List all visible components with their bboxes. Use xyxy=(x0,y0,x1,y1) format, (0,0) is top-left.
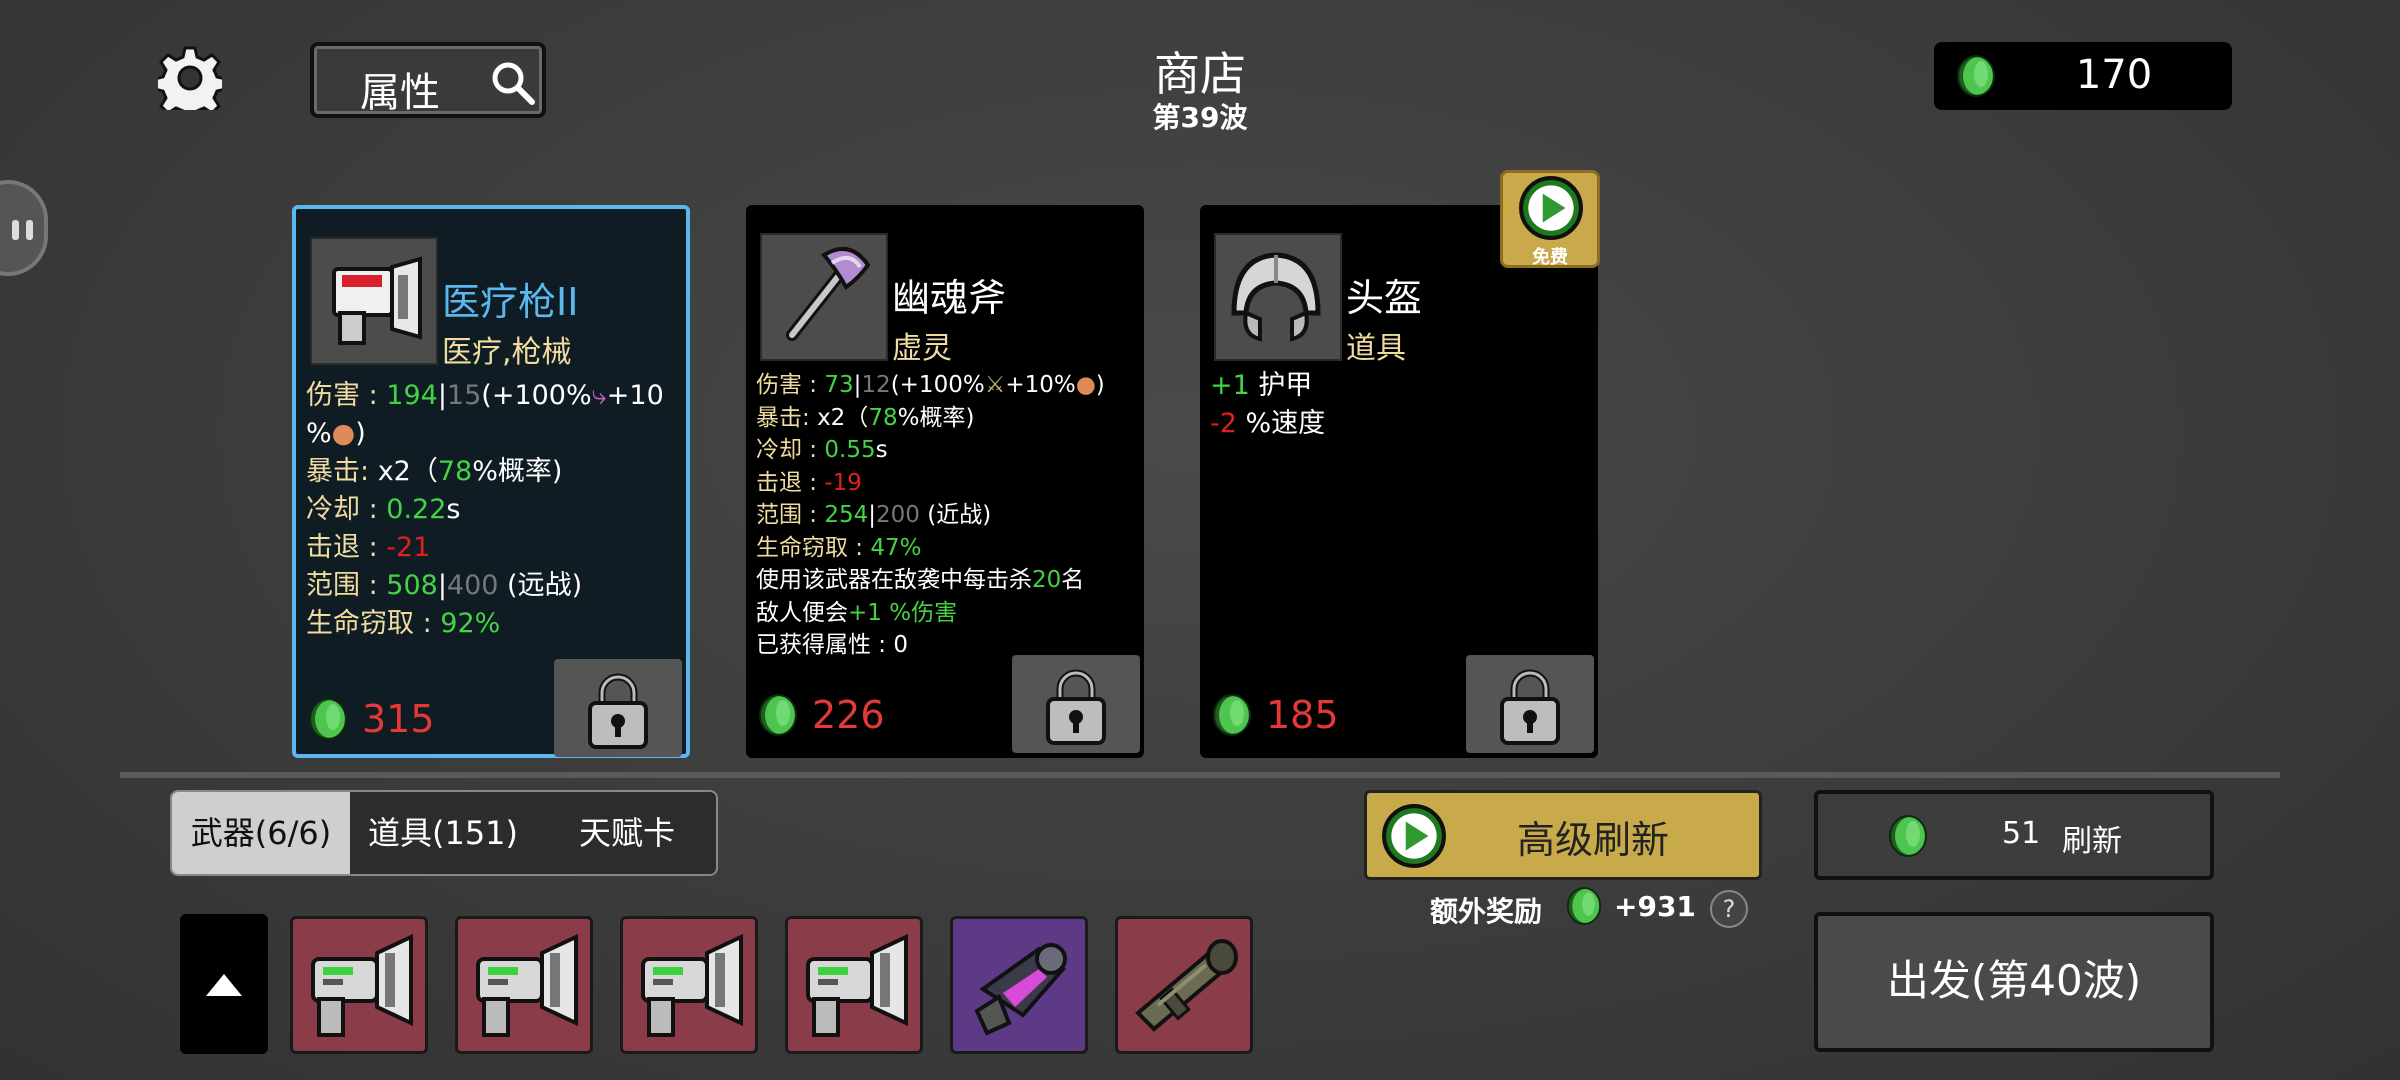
search-icon xyxy=(492,62,535,105)
shop-card-medical-gun[interactable]: 医疗枪II 医疗,枪械 伤害 : 194|15(+100%⤷+10 %●) 暴击… xyxy=(292,205,690,758)
refresh-button[interactable]: 51 刷新 xyxy=(1814,790,2214,880)
purple-blaster-icon xyxy=(974,943,1067,1036)
flame-icon: ● xyxy=(331,418,356,449)
sword-icon: ⚔ xyxy=(984,372,1006,398)
inventory-slot-medical-gun[interactable] xyxy=(620,916,758,1054)
lock-button[interactable] xyxy=(1466,655,1594,753)
item-icon-ghost-axe xyxy=(760,233,888,361)
divider xyxy=(120,772,2280,778)
medical-gun-icon xyxy=(641,935,743,1037)
coin-icon xyxy=(759,694,797,736)
advanced-refresh-label: 高级刷新 xyxy=(1517,818,1670,862)
shop-card-ghost-axe[interactable]: 幽魂斧 虚灵 伤害 : 73|12(+100%⚔+10%●) 暴击: x2（78… xyxy=(746,205,1144,758)
refresh-label: 刷新 xyxy=(2062,824,2122,859)
tab-items[interactable]: 道具(151) xyxy=(350,792,536,874)
start-next-wave-button[interactable]: 出发(第40波) xyxy=(1814,912,2214,1052)
lock-button[interactable] xyxy=(1012,655,1140,753)
inventory-slot-medical-gun[interactable] xyxy=(785,916,923,1054)
coin-icon xyxy=(1566,887,1602,925)
free-ad-button[interactable]: 免费 xyxy=(1500,170,1600,268)
medical-gun-icon xyxy=(806,935,908,1037)
bonus-label: 额外奖励 xyxy=(1430,895,1543,928)
attribute-search-button[interactable]: 属性 xyxy=(310,42,546,118)
ghost-icon: ⤷ xyxy=(591,380,607,411)
item-name: 幽魂斧 xyxy=(892,276,1007,320)
free-label: 免费 xyxy=(1532,247,1568,268)
item-icon-helmet xyxy=(1214,233,1342,361)
refresh-cost: 51 xyxy=(2002,816,2041,851)
lock-button[interactable] xyxy=(554,659,682,757)
flame-icon: ● xyxy=(1075,372,1096,398)
item-type: 道具 xyxy=(1346,331,1406,366)
coin-icon xyxy=(1889,815,1927,857)
medical-gun-icon xyxy=(476,935,578,1037)
inventory-slot-medical-gun[interactable] xyxy=(290,916,428,1054)
item-price: 315 xyxy=(362,697,435,741)
expand-inventory-button[interactable] xyxy=(180,914,268,1054)
item-icon-medical-gun xyxy=(310,237,438,365)
arrow-up-icon xyxy=(206,974,242,996)
item-type: 医疗,枪械 xyxy=(442,335,572,370)
gold-balance: 170 xyxy=(1934,42,2232,110)
category-tabs: 武器(6/6) 道具(151) 天赋卡 xyxy=(170,790,718,876)
coin-icon xyxy=(1213,694,1251,736)
settings-gear-icon[interactable] xyxy=(158,46,222,110)
side-panel-toggle[interactable] xyxy=(0,180,48,276)
wave-indicator: 第39波 xyxy=(1152,101,1248,134)
bonus-value: +931 xyxy=(1614,890,1696,923)
tab-talent-cards[interactable]: 天赋卡 xyxy=(536,792,716,874)
lock-icon xyxy=(1042,665,1110,747)
advanced-refresh-button[interactable]: 高级刷新 xyxy=(1364,790,1762,880)
lock-icon xyxy=(584,669,652,751)
item-name: 医疗枪II xyxy=(442,280,579,324)
inventory-slot-purple-blaster[interactable] xyxy=(950,916,1088,1054)
item-price: 185 xyxy=(1266,693,1339,737)
item-name: 头盔 xyxy=(1346,276,1423,320)
item-stats: +1 护甲 -2 %速度 xyxy=(1210,370,1326,439)
page-title: 商店 xyxy=(1154,47,1246,101)
bonus-reward: 额外奖励 +931 xyxy=(1430,887,1696,930)
item-stats: 伤害 : 73|12(+100%⚔+10%●) 暴击: x2（78%概率) 冷却… xyxy=(756,372,1105,658)
shop-card-helmet[interactable]: 头盔 道具 +1 护甲 -2 %速度 185 xyxy=(1200,205,1598,758)
help-icon[interactable]: ? xyxy=(1710,890,1748,928)
coin-icon xyxy=(309,698,347,740)
inventory-slot-medical-gun[interactable] xyxy=(455,916,593,1054)
gold-amount: 170 xyxy=(2075,52,2153,98)
medical-gun-icon xyxy=(311,935,413,1037)
pause-icon xyxy=(12,220,36,240)
item-type: 虚灵 xyxy=(892,331,952,366)
rocket-launcher-icon xyxy=(1135,939,1238,1032)
coin-icon xyxy=(1957,55,1995,97)
item-price: 226 xyxy=(812,693,885,737)
inventory-slot-rocket-launcher[interactable] xyxy=(1115,916,1253,1054)
lock-icon xyxy=(1496,665,1564,747)
play-icon xyxy=(1381,803,1447,869)
tab-weapons[interactable]: 武器(6/6) xyxy=(172,792,350,874)
item-stats: 伤害 : 194|15(+100%⤷+10 %●) 暴击: x2（78%概率) … xyxy=(306,380,664,639)
play-icon xyxy=(1518,175,1584,241)
search-label: 属性 xyxy=(360,70,440,116)
